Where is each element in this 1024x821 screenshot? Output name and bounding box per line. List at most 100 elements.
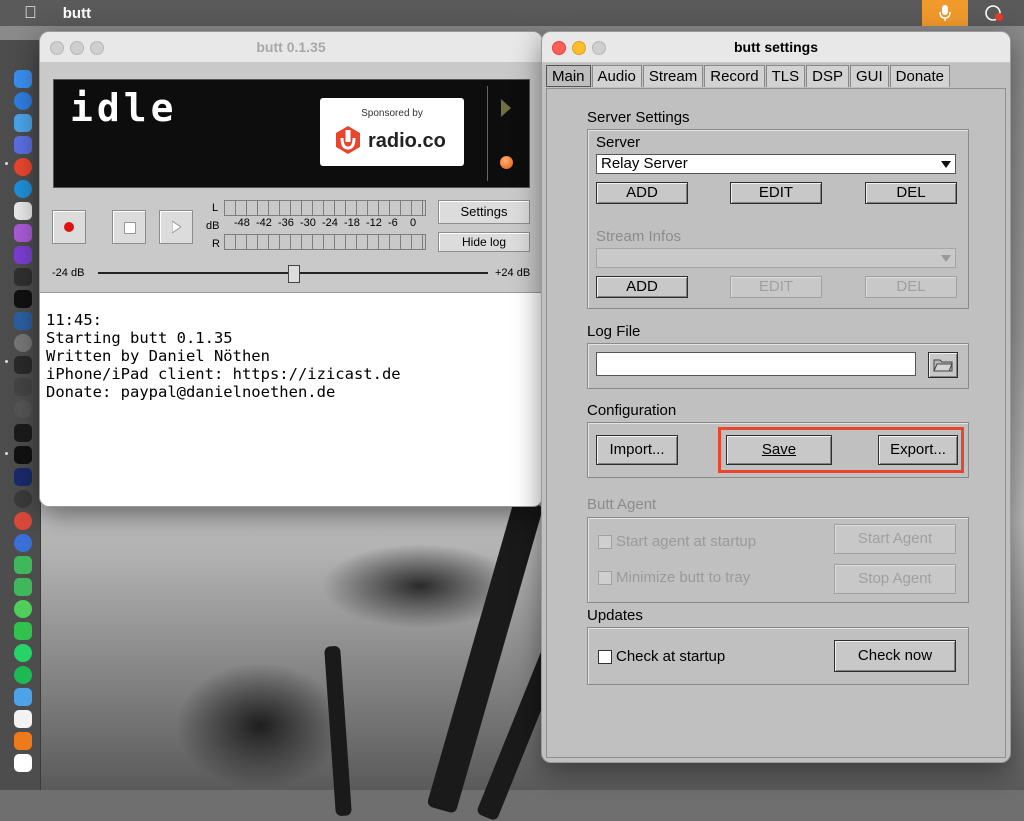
microphone-icon[interactable]	[922, 0, 968, 26]
app-icon[interactable]	[14, 400, 32, 418]
save-button[interactable]: Save	[726, 435, 832, 465]
server-label: Server	[596, 134, 641, 151]
chevron-down-icon	[941, 255, 951, 262]
facetime-icon[interactable]	[14, 622, 32, 640]
start-agent-button[interactable]: Start Agent	[834, 524, 956, 554]
meter-tick-label: 0	[410, 217, 417, 229]
palm-trunk	[426, 498, 544, 814]
app-icon[interactable]	[14, 578, 32, 596]
record-button[interactable]	[52, 210, 86, 244]
stream-infos-select[interactable]	[596, 248, 956, 268]
tab-audio[interactable]: Audio	[591, 65, 642, 87]
app-icon[interactable]	[14, 688, 32, 706]
app-icon[interactable]	[14, 710, 32, 728]
tab-donate[interactable]: Donate	[889, 65, 951, 87]
audacity-icon[interactable]	[14, 534, 32, 552]
tab-dsp[interactable]: DSP	[806, 65, 849, 87]
start-agent-checkbox[interactable]	[598, 535, 612, 549]
app-k-icon[interactable]	[14, 92, 32, 110]
record-indicator-icon	[500, 156, 513, 169]
sponsor-brand: radio.co	[368, 130, 446, 152]
tab-gui[interactable]: GUI	[849, 65, 889, 87]
server-edit-button[interactable]: EDIT	[730, 182, 822, 204]
settings-tabs: Main Audio Stream Record TLS DSP GUI Donate	[546, 65, 951, 87]
settings-button[interactable]: Settings	[438, 200, 530, 224]
start-agent-label: Start agent at startup	[616, 533, 757, 550]
gain-slider-thumb[interactable]	[288, 265, 300, 283]
log-line: Written by Daniel Nöthen	[46, 347, 270, 365]
check-at-startup-checkbox[interactable]	[598, 650, 612, 664]
stop-icon	[124, 222, 136, 234]
server-settings-heading: Server Settings	[587, 109, 690, 126]
export-button[interactable]: Export...	[878, 435, 958, 465]
launchpad-icon[interactable]	[14, 202, 32, 220]
server-select[interactable]: Relay Server	[596, 154, 956, 174]
tab-main[interactable]: Main	[546, 65, 591, 87]
meter-right-label: R	[212, 238, 220, 250]
obs-icon[interactable]	[14, 490, 32, 508]
stop-button[interactable]	[112, 210, 146, 244]
app-icon[interactable]	[14, 136, 32, 154]
app-icon[interactable]	[14, 556, 32, 574]
help-icon[interactable]	[14, 334, 32, 352]
server-add-button[interactable]: ADD	[596, 182, 688, 204]
terminal-icon[interactable]	[14, 446, 32, 464]
play-button[interactable]	[159, 210, 193, 244]
import-button[interactable]: Import...	[596, 435, 678, 465]
app-icon[interactable]	[14, 378, 32, 396]
check-at-startup-label: Check at startup	[616, 648, 726, 665]
check-now-button[interactable]: Check now	[834, 640, 956, 672]
activity-monitor-icon[interactable]	[14, 424, 32, 442]
vlc-icon[interactable]	[14, 732, 32, 750]
whatsapp-icon[interactable]	[14, 644, 32, 662]
menu-app-name[interactable]: butt	[63, 5, 91, 22]
capcut-icon[interactable]	[14, 290, 32, 308]
sponsor-by-label: Sponsored by	[361, 108, 423, 119]
stop-agent-button[interactable]: Stop Agent	[834, 564, 956, 594]
meter-tick-label: -6	[388, 217, 398, 229]
meter-tick-label: -30	[300, 217, 316, 229]
log-file-heading: Log File	[587, 323, 641, 340]
infos-del-button[interactable]: DEL	[865, 276, 957, 298]
edge-icon[interactable]	[14, 180, 32, 198]
server-del-button[interactable]: DEL	[865, 182, 957, 204]
podcasts-icon[interactable]	[14, 224, 32, 242]
speaker-icon[interactable]	[14, 356, 32, 374]
log-file-input[interactable]	[596, 352, 916, 376]
app-icon[interactable]	[14, 512, 32, 530]
control-center-icon[interactable]	[984, 4, 1004, 22]
sponsor-banner[interactable]: Sponsored by radio.co	[320, 98, 464, 166]
status-display: idle Sponsored by radio.co	[53, 79, 530, 188]
menu-bar:  butt	[0, 0, 1024, 26]
chrome-icon[interactable]	[14, 158, 32, 176]
hide-log-button[interactable]: Hide log	[438, 232, 530, 252]
butt-agent-group: Start agent at startup Minimize butt to …	[587, 517, 969, 603]
tab-stream[interactable]: Stream	[642, 65, 704, 87]
meter-tick-label: -18	[344, 217, 360, 229]
divider	[487, 86, 488, 181]
minimize-tray-checkbox[interactable]	[598, 571, 612, 585]
app-vz-icon[interactable]	[14, 114, 32, 132]
configuration-heading: Configuration	[587, 402, 677, 419]
chevron-down-icon	[941, 161, 951, 168]
app-icon[interactable]	[14, 312, 32, 330]
app-icon[interactable]	[14, 246, 32, 264]
final-cut-icon[interactable]	[14, 268, 32, 286]
app-store-icon[interactable]	[14, 70, 32, 88]
tab-record[interactable]: Record	[704, 65, 765, 87]
dock	[0, 40, 41, 790]
audition-icon[interactable]	[14, 468, 32, 486]
log-area[interactable]: 11:45: Starting butt 0.1.35 Written by D…	[40, 292, 542, 506]
browse-button[interactable]	[928, 352, 958, 378]
spotify-icon[interactable]	[14, 666, 32, 684]
calendar-icon[interactable]	[14, 754, 32, 772]
apple-icon[interactable]: 	[24, 3, 37, 23]
infos-add-button[interactable]: ADD	[596, 276, 688, 298]
infos-edit-button[interactable]: EDIT	[730, 276, 822, 298]
messages-icon[interactable]	[14, 600, 32, 618]
minimize-tray-label: Minimize butt to tray	[616, 569, 751, 586]
play-arrow-icon[interactable]	[500, 98, 512, 118]
meter-scale: -48 -42 -36 -30 -24 -18 -12 -6 0	[224, 217, 424, 231]
meter-tick-label: -12	[366, 217, 382, 229]
tab-tls[interactable]: TLS	[765, 65, 806, 87]
